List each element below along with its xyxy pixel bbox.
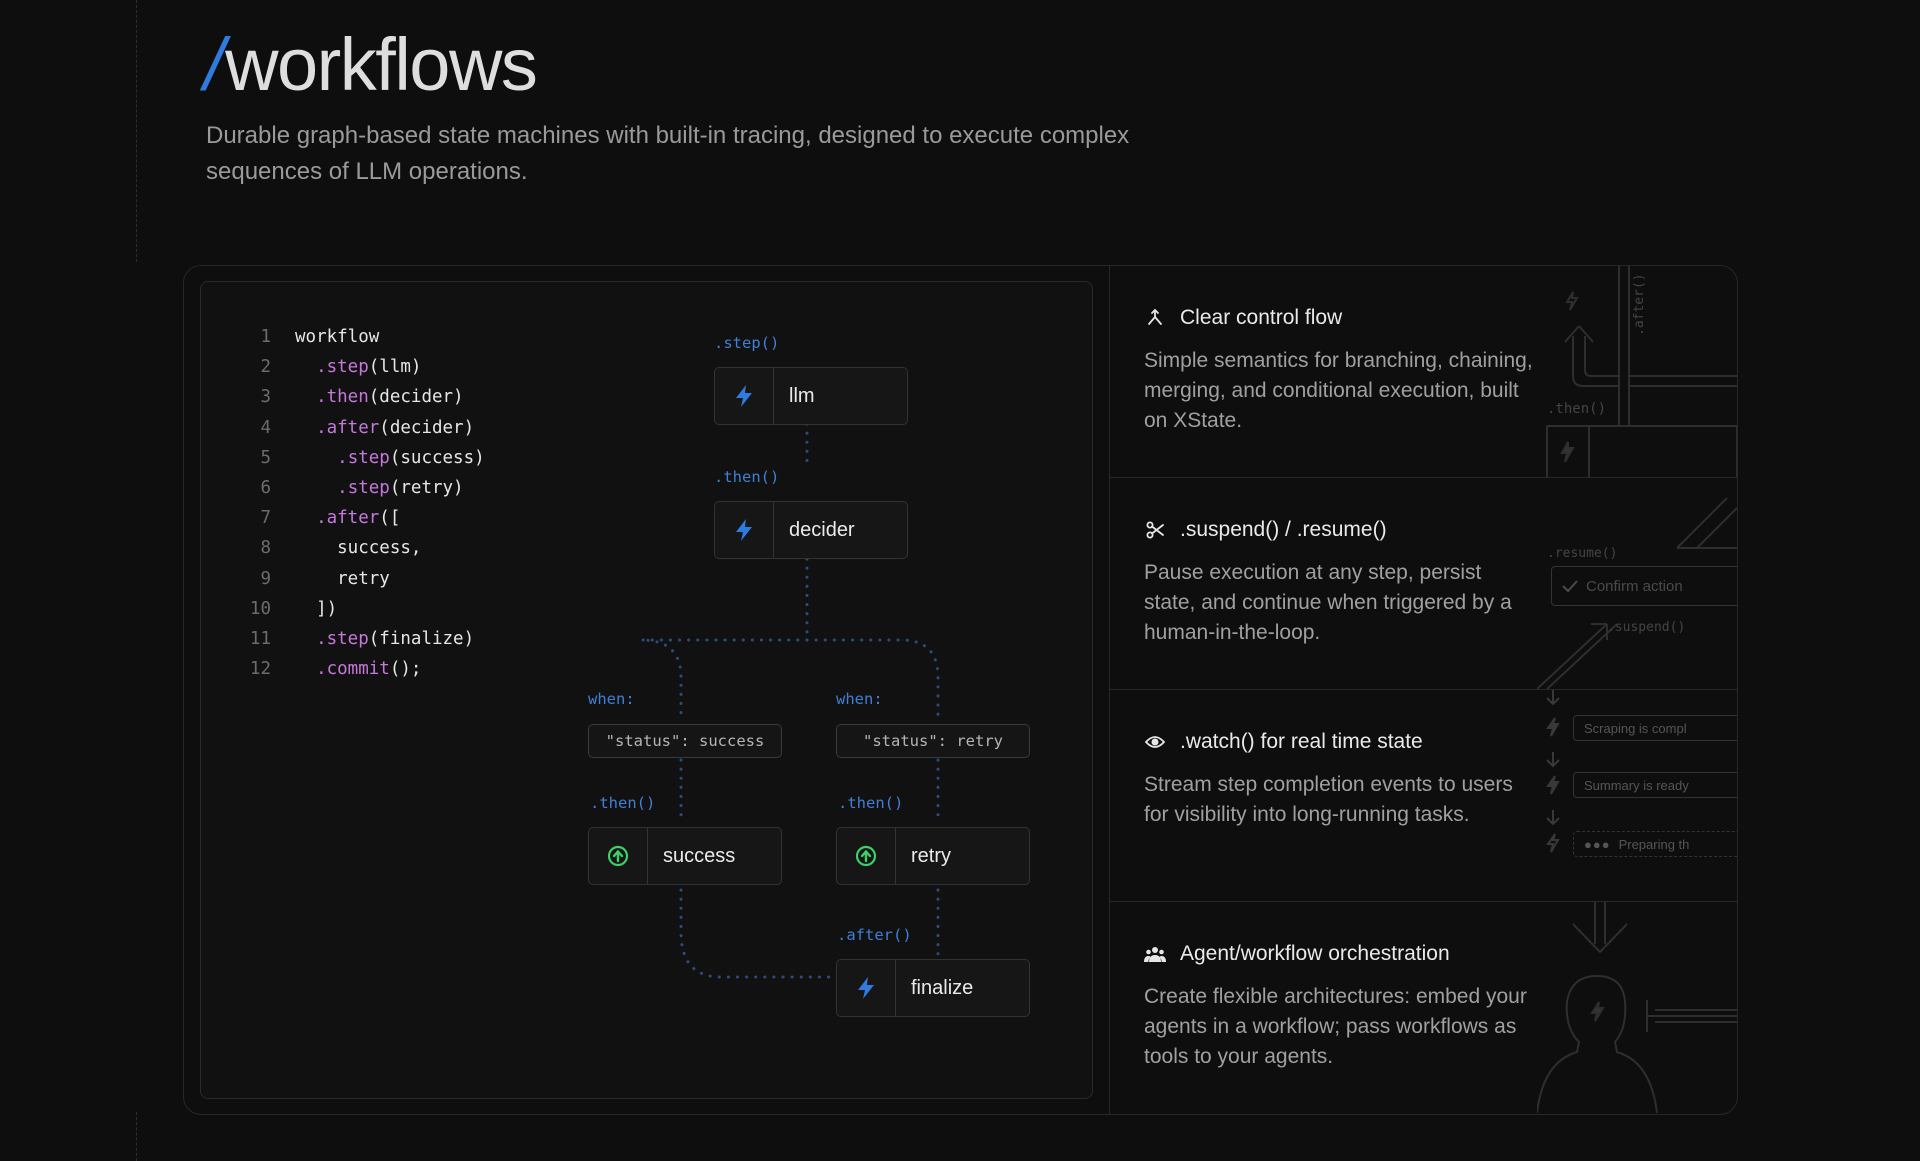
title-slash: / [204,23,225,106]
success-icon [589,828,648,884]
guide-line-bottom [136,1112,137,1161]
art-status-text: Preparing th [1618,836,1690,852]
feature-suspend-resume: .suspend() / .resume() Pause execution a… [1110,478,1737,690]
art-then-label: .then() [1547,401,1607,417]
feature-desc: Simple semantics for branching, chaining… [1144,349,1533,432]
art-status-item-3: ●●● Preparing th [1573,831,1737,857]
label-after: .after() [837,926,912,944]
art-resume-label: .resume() [1547,546,1618,561]
node-label: llm [789,384,815,407]
feature-title: .watch() for real time state [1180,730,1423,753]
orchestration-art [1537,902,1737,1113]
art-status-text: Scraping is compl [1584,720,1687,736]
page-title: /workflows [204,28,538,102]
scissors-icon [1144,519,1166,541]
feature-orchestration: Agent/workflow orchestration Create flex… [1110,902,1737,1113]
bolt-icon [715,502,774,558]
page-subtitle: Durable graph-based state machines with … [206,122,1130,185]
node-decider[interactable]: decider [714,501,908,559]
suspend-resume-art: .resume() Confirm action .suspend() [1537,478,1737,689]
watch-art: Scraping is compl Summary is ready ●●● Pr… [1537,690,1737,901]
art-status-text: Summary is ready [1584,777,1689,793]
label-when-right: when: [836,690,883,708]
code-panel: 1 workflow 2 .step(llm) 3 .then(decider) 4 .… [200,281,1093,1099]
feature-desc: Pause execution at any step, persist sta… [1144,561,1512,644]
guide-line-top [136,0,137,262]
branch-icon [1144,307,1166,329]
control-flow-art: .after() .then() [1537,266,1737,477]
dots-icon: ●●● [1584,836,1611,852]
feature-watch: .watch() for real time state Stream step… [1110,690,1737,902]
node-label: success [663,844,736,867]
condition-success: "status": success [588,724,782,758]
label-then-left: .then() [590,794,656,812]
art-confirm-label: Confirm action [1586,577,1683,595]
node-finalize[interactable]: finalize [836,959,1030,1017]
feature-title: .suspend() / .resume() [1180,518,1387,541]
node-label: decider [789,518,855,541]
workflows-card: 1 workflow 2 .step(llm) 3 .then(decider) 4 .… [183,265,1738,1115]
node-success[interactable]: success [588,827,782,885]
success-icon [837,828,896,884]
feature-desc: Create flexible architectures: embed you… [1144,985,1527,1068]
bolt-icon [715,368,774,424]
feature-desc: Stream step completion events to users f… [1144,773,1513,826]
node-label: retry [911,844,951,867]
label-then: .then() [714,468,780,486]
label-then-right: .then() [838,794,904,812]
art-after-label: .after() [1632,273,1647,336]
check-icon [1562,580,1578,593]
feature-title: Clear control flow [1180,306,1343,329]
bolt-icon [837,960,896,1016]
node-label: finalize [911,976,974,999]
condition-retry: "status": retry [836,724,1030,758]
node-retry[interactable]: retry [836,827,1030,885]
users-icon [1144,943,1166,965]
eye-icon [1144,731,1166,753]
art-status-item-2: Summary is ready [1573,772,1737,798]
title-text: workflows [225,23,538,106]
art-suspend-label: .suspend() [1607,620,1686,635]
node-llm[interactable]: llm [714,367,908,425]
art-status-item-1: Scraping is compl [1573,715,1737,741]
label-step: .step() [714,334,780,352]
feature-title: Agent/workflow orchestration [1180,942,1450,965]
feature-control-flow: Clear control flow Simple semantics for … [1110,266,1737,478]
art-confirm-button: Confirm action [1551,566,1737,606]
label-when-left: when: [588,690,635,708]
